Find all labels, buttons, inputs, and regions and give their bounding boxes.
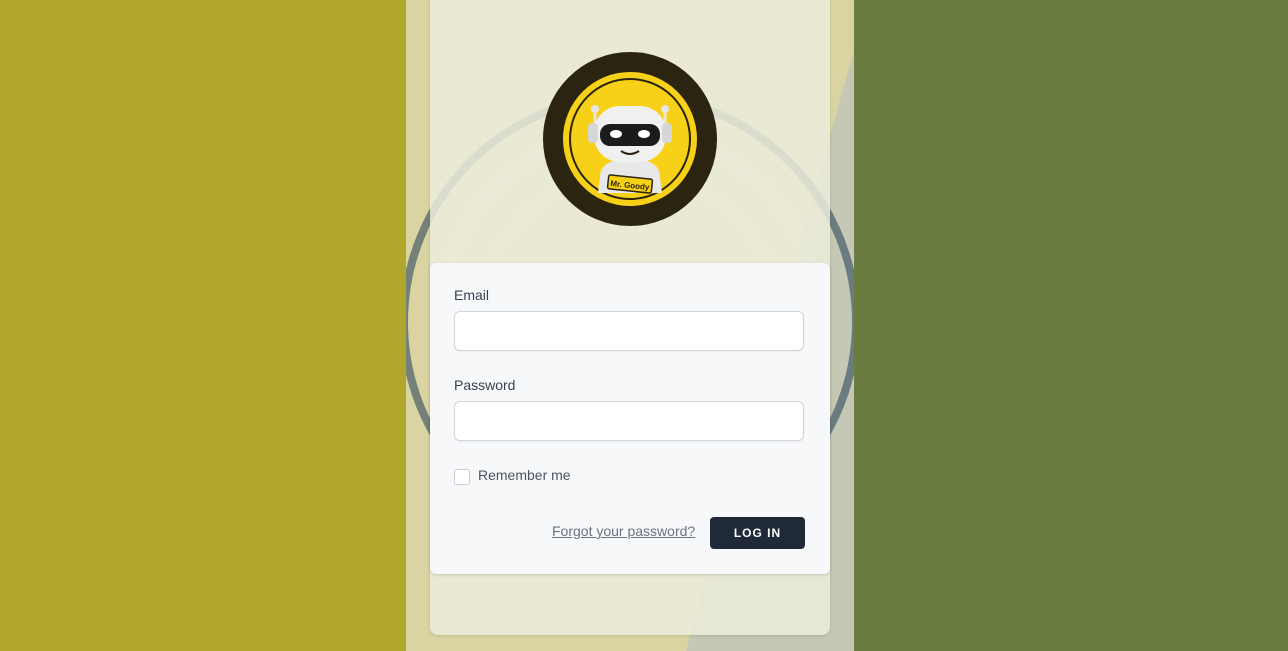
login-button[interactable]: LOG IN xyxy=(710,517,805,549)
remember-me-label: Remember me xyxy=(478,467,571,483)
login-form: Email Password Remember me Forgot your p… xyxy=(430,263,830,574)
password-input[interactable] xyxy=(454,401,804,441)
background-right-panel xyxy=(854,0,1288,651)
email-input[interactable] xyxy=(454,311,804,351)
forgot-password-link[interactable]: Forgot your password? xyxy=(552,523,695,539)
email-label: Email xyxy=(454,287,490,303)
background-left-panel xyxy=(0,0,406,651)
password-label: Password xyxy=(454,377,516,393)
remember-me-checkbox[interactable] xyxy=(454,469,470,485)
robot-mascot-icon: Mr. Goody xyxy=(543,52,717,226)
